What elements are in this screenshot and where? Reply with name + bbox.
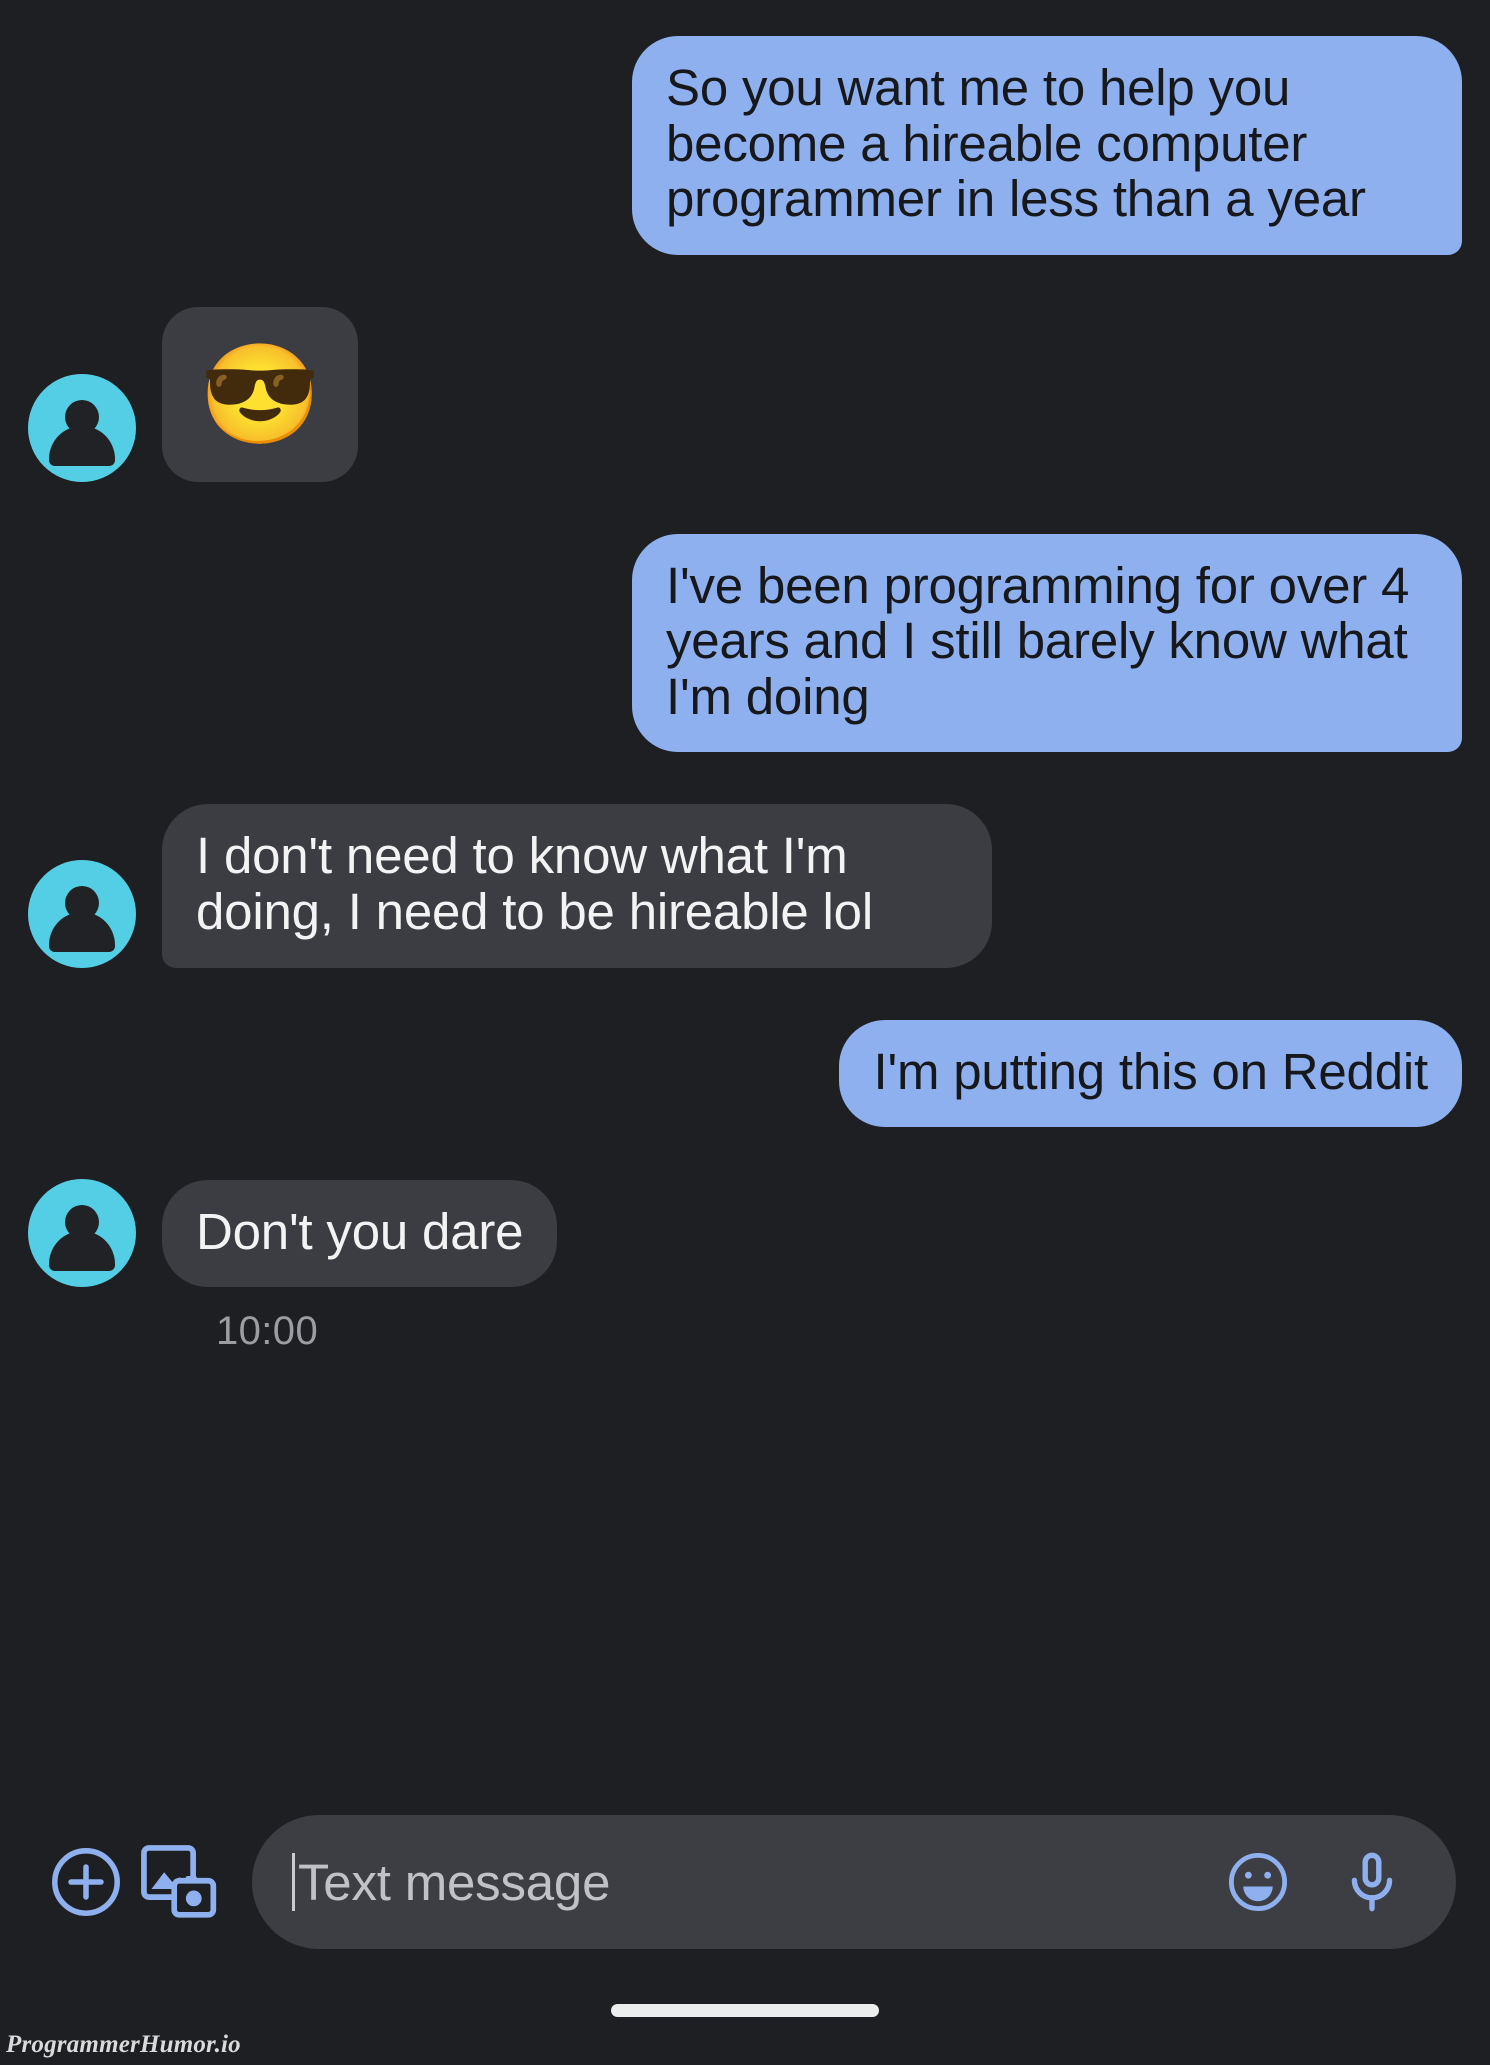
message-row-outgoing: I'm putting this on Reddit [28, 1019, 1462, 1128]
microphone-icon[interactable] [1330, 1840, 1414, 1924]
plus-circle-icon[interactable] [40, 1836, 132, 1928]
message-bubble-incoming[interactable]: I don't need to know what I'm doing, I n… [162, 804, 992, 968]
avatar-body-shape [49, 425, 115, 466]
avatar [28, 859, 136, 968]
avatar [28, 1179, 136, 1288]
composer-bar: Text message [0, 1807, 1490, 1957]
message-input-placeholder: Text message [298, 1853, 611, 1911]
message-row-outgoing: I've been programming for over 4 years a… [28, 533, 1462, 753]
text-caret [292, 1853, 295, 1911]
avatar [28, 373, 136, 482]
message-row-incoming: Don't you dare [28, 1179, 1462, 1288]
watermark: ProgrammerHumor.io [6, 2031, 241, 2058]
message-bubble-outgoing[interactable]: I'm putting this on Reddit [839, 1019, 1462, 1128]
message-thread: So you want me to help you become a hire… [0, 0, 1490, 1354]
message-bubble-incoming[interactable]: Don't you dare [162, 1179, 558, 1288]
avatar-body-shape [49, 1231, 115, 1272]
message-bubble-incoming-emoji[interactable]: 😎 [162, 306, 358, 482]
image-camera-icon[interactable] [132, 1836, 224, 1928]
message-row-outgoing: So you want me to help you become a hire… [28, 36, 1462, 255]
message-row-incoming: I don't need to know what I'm doing, I n… [28, 804, 1462, 968]
home-indicator [611, 2004, 879, 2017]
message-timestamp: 10:00 [216, 1309, 319, 1354]
avatar-body-shape [49, 911, 115, 952]
message-bubble-outgoing[interactable]: I've been programming for over 4 years a… [632, 533, 1462, 753]
message-bubble-outgoing[interactable]: So you want me to help you become a hire… [632, 36, 1462, 255]
emoji-smiley-icon[interactable] [1216, 1840, 1300, 1924]
message-row-incoming: 😎 [28, 306, 1462, 482]
message-input-field[interactable]: Text message [252, 1815, 1456, 1949]
messaging-app-screen: So you want me to help you become a hire… [0, 0, 1490, 2065]
